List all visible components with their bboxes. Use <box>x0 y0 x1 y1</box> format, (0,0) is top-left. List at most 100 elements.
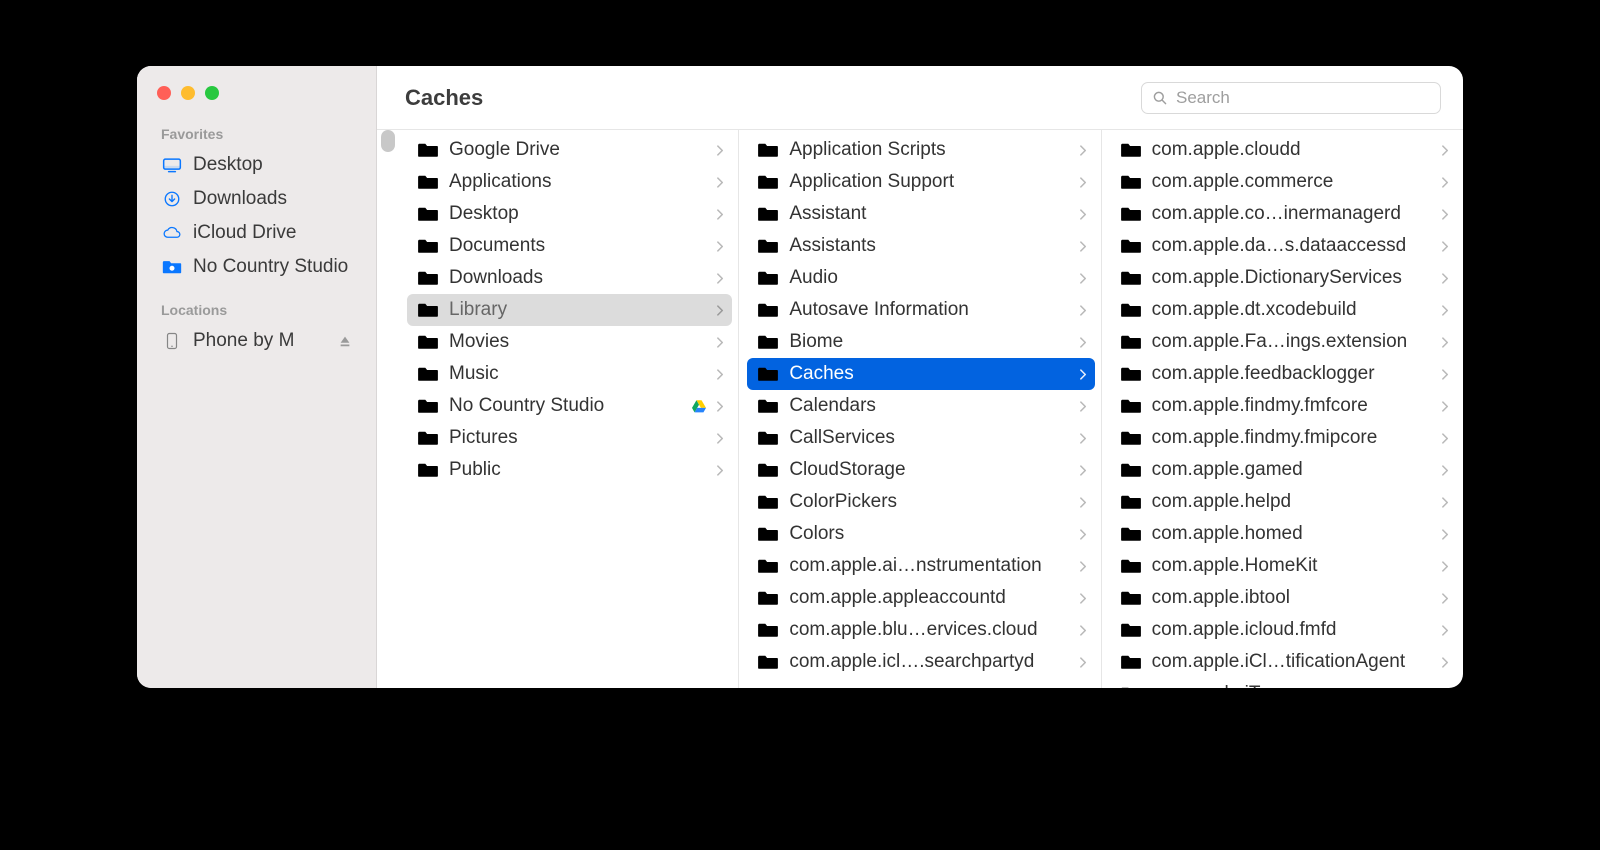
list-item[interactable]: Movies <box>407 326 732 358</box>
folder-icon <box>1120 397 1142 415</box>
list-item[interactable]: com.apple.cloudd <box>1110 134 1457 166</box>
list-item[interactable]: Calendars <box>747 390 1094 422</box>
chevron-right-icon <box>717 433 724 444</box>
list-item[interactable]: Audio <box>747 262 1094 294</box>
search-input[interactable] <box>1176 88 1430 108</box>
list-item[interactable]: Google Drive <box>407 134 732 166</box>
list-item[interactable]: Desktop <box>407 198 732 230</box>
list-item[interactable]: com.apple.icloud.fmfd <box>1110 614 1457 646</box>
folder-icon <box>1120 685 1142 688</box>
list-item[interactable]: Autosave Information <box>747 294 1094 326</box>
chevron-right-icon <box>1080 337 1087 348</box>
list-item[interactable]: com.apple.da…s.dataaccessd <box>1110 230 1457 262</box>
list-item[interactable]: Library <box>407 294 732 326</box>
list-item[interactable]: com.apple.HomeKit <box>1110 550 1457 582</box>
chevron-right-icon <box>1080 465 1087 476</box>
list-item[interactable]: Caches <box>747 358 1094 390</box>
list-item[interactable]: Biome <box>747 326 1094 358</box>
list-item[interactable]: Application Scripts <box>747 134 1094 166</box>
sidebar-item[interactable]: Phone by M <box>147 324 366 358</box>
chevron-right-icon <box>1080 305 1087 316</box>
list-item[interactable]: com.apple.iCl…tificationAgent <box>1110 646 1457 678</box>
chevron-right-icon <box>717 273 724 284</box>
list-item[interactable]: com.apple.findmy.fmipcore <box>1110 422 1457 454</box>
folder-icon <box>1120 589 1142 607</box>
folder-icon <box>1120 301 1142 319</box>
list-item[interactable]: No Country Studio <box>407 390 732 422</box>
list-item-label: CloudStorage <box>789 459 1069 481</box>
list-item[interactable]: Public <box>407 454 732 486</box>
list-item-label: com.apple.da…s.dataaccessd <box>1152 235 1432 257</box>
list-item[interactable]: Downloads <box>407 262 732 294</box>
list-item[interactable]: ColorPickers <box>747 486 1094 518</box>
chevron-right-icon <box>717 305 724 316</box>
chevron-right-icon <box>1442 465 1449 476</box>
list-item[interactable]: com.apple.appleaccountd <box>747 582 1094 614</box>
search-field[interactable] <box>1141 82 1441 114</box>
toolbar: Caches <box>377 66 1463 130</box>
list-item[interactable]: Colors <box>747 518 1094 550</box>
list-item-label: com.apple.dt.xcodebuild <box>1152 299 1432 321</box>
list-item[interactable]: CallServices <box>747 422 1094 454</box>
list-item[interactable]: com.apple.dt.xcodebuild <box>1110 294 1457 326</box>
list-item-label: Colors <box>789 523 1069 545</box>
list-item-label: com.apple.icloud.fmfd <box>1152 619 1432 641</box>
main-area: Caches Google DriveApplicationsDesktopDo… <box>377 66 1463 688</box>
folder-icon <box>417 301 439 319</box>
folder-icon <box>1120 653 1142 671</box>
list-item[interactable]: Documents <box>407 230 732 262</box>
sidebar-item[interactable]: Downloads <box>147 182 366 216</box>
list-item[interactable]: com.apple.commerce <box>1110 166 1457 198</box>
folder-icon <box>757 429 779 447</box>
list-item[interactable]: Pictures <box>407 422 732 454</box>
scrollbar-thumb[interactable] <box>381 130 395 152</box>
folder-icon <box>417 141 439 159</box>
sidebar-item[interactable]: No Country Studio <box>147 250 366 284</box>
list-item[interactable]: com.apple.Fa…ings.extension <box>1110 326 1457 358</box>
folder-icon <box>417 397 439 415</box>
sidebar-item[interactable]: iCloud Drive <box>147 216 366 250</box>
close-button[interactable] <box>157 86 171 100</box>
list-item-label: com.apple.appleaccountd <box>789 587 1069 609</box>
list-item[interactable]: com.apple.gamed <box>1110 454 1457 486</box>
folder-icon <box>757 237 779 255</box>
list-item[interactable]: Application Support <box>747 166 1094 198</box>
eject-icon[interactable] <box>338 334 352 348</box>
sidebar-item-label: iCloud Drive <box>193 222 296 244</box>
chevron-right-icon <box>1080 401 1087 412</box>
list-item[interactable]: Music <box>407 358 732 390</box>
list-item-label: Calendars <box>789 395 1069 417</box>
folder-icon <box>757 269 779 287</box>
chevron-right-icon <box>717 337 724 348</box>
fullscreen-button[interactable] <box>205 86 219 100</box>
folder-icon <box>1120 141 1142 159</box>
sidebar-item[interactable]: Desktop <box>147 148 366 182</box>
list-item[interactable]: com.apple.iTunes <box>1110 678 1457 688</box>
list-item[interactable]: com.apple.icl….searchpartyd <box>747 646 1094 678</box>
sidebar-item-label: Desktop <box>193 154 263 176</box>
list-item[interactable]: Applications <box>407 166 732 198</box>
folder-icon <box>757 589 779 607</box>
chevron-right-icon <box>1442 241 1449 252</box>
list-item[interactable]: com.apple.helpd <box>1110 486 1457 518</box>
list-item[interactable]: CloudStorage <box>747 454 1094 486</box>
list-item[interactable]: com.apple.feedbacklogger <box>1110 358 1457 390</box>
list-item[interactable]: com.apple.findmy.fmfcore <box>1110 390 1457 422</box>
list-item[interactable]: com.apple.ai…nstrumentation <box>747 550 1094 582</box>
list-item-label: com.apple.co…inermanagerd <box>1152 203 1432 225</box>
column: Google DriveApplicationsDesktopDocuments… <box>377 130 739 688</box>
chevron-right-icon <box>1442 561 1449 572</box>
list-item-label: Assistant <box>789 203 1069 225</box>
folder-icon <box>757 397 779 415</box>
list-item[interactable]: Assistant <box>747 198 1094 230</box>
list-item[interactable]: Assistants <box>747 230 1094 262</box>
chevron-right-icon <box>1442 209 1449 220</box>
list-item[interactable]: com.apple.blu…ervices.cloud <box>747 614 1094 646</box>
chevron-right-icon <box>1080 145 1087 156</box>
list-item[interactable]: com.apple.DictionaryServices <box>1110 262 1457 294</box>
chevron-right-icon <box>1442 625 1449 636</box>
list-item[interactable]: com.apple.ibtool <box>1110 582 1457 614</box>
list-item[interactable]: com.apple.homed <box>1110 518 1457 550</box>
minimize-button[interactable] <box>181 86 195 100</box>
list-item[interactable]: com.apple.co…inermanagerd <box>1110 198 1457 230</box>
